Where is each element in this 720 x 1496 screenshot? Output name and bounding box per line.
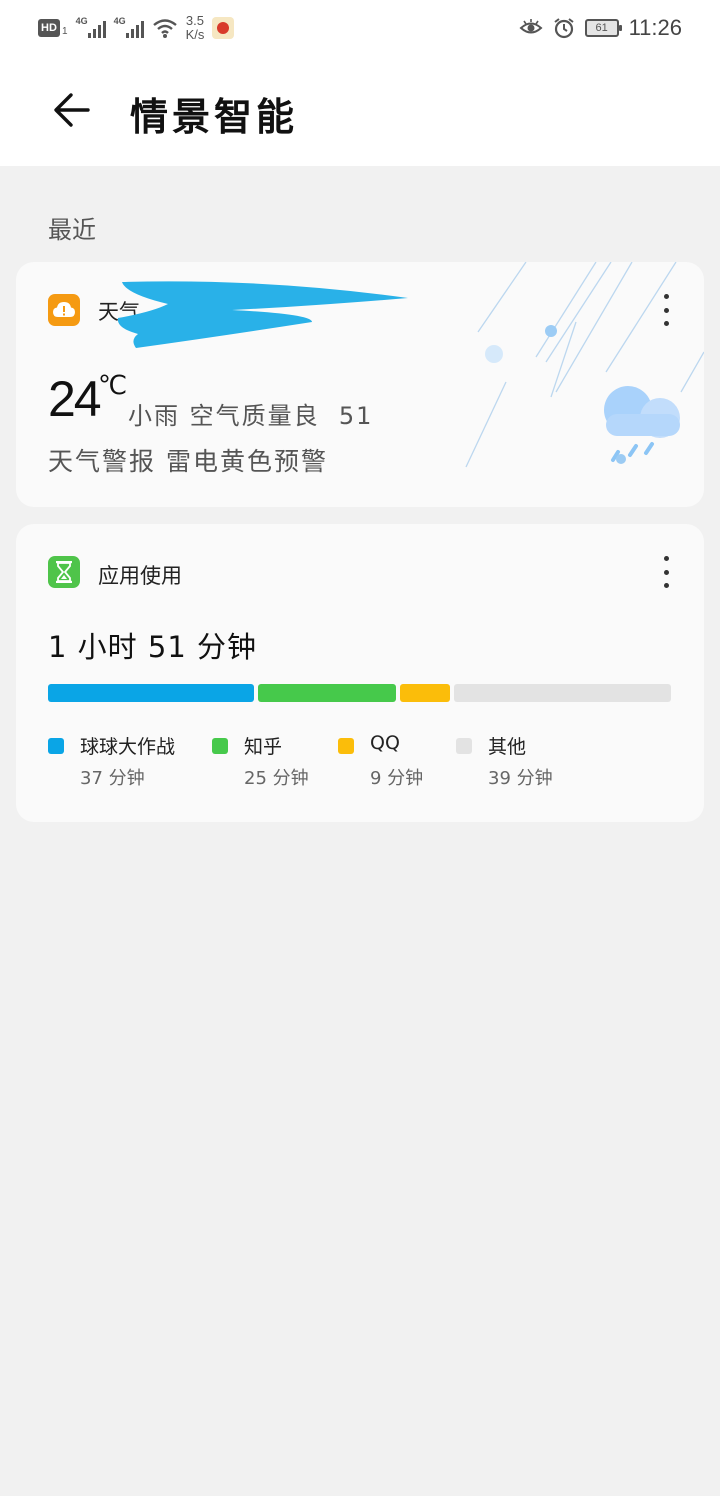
app-usage-card[interactable]: 应用使用 1 小时 51 分钟 球球大作战 37 分钟 知乎 25 分钟 QQ … xyxy=(16,524,704,822)
legend-app-duration: 25 分钟 xyxy=(244,768,309,789)
battery-icon: 61 xyxy=(584,19,622,37)
legend-app-duration: 39 分钟 xyxy=(488,768,553,789)
weather-alert-icon xyxy=(48,294,80,326)
legend-color-dot xyxy=(338,738,354,754)
sim-number: 1 xyxy=(62,25,68,37)
redaction-marks xyxy=(117,281,409,348)
page-title: 情景智能 xyxy=(130,94,299,139)
temperature-value: 24 xyxy=(48,371,102,427)
temperature-unit: ℃ xyxy=(98,370,128,400)
weather-more-button[interactable] xyxy=(656,290,676,330)
wifi-icon xyxy=(152,19,177,38)
signal-icon-1: 4G xyxy=(75,16,106,38)
eye-comfort-icon xyxy=(519,19,543,34)
status-bar-right: 61 11:26 xyxy=(519,12,682,44)
usage-bar-segment xyxy=(257,684,397,702)
weather-card[interactable]: 天气 24 ℃ 小雨 空气质量良 51 天气警报 雷电黄色预警 xyxy=(16,262,704,507)
alarm-icon xyxy=(553,18,574,39)
battery-level: 61 xyxy=(595,22,608,34)
network-type-1: 4G xyxy=(75,16,88,26)
legend-app-name: 球球大作战 xyxy=(80,736,176,758)
app-header: 情景智能 xyxy=(0,56,720,166)
legend-color-dot xyxy=(456,738,472,754)
weather-condition: 小雨 空气质量良 51 xyxy=(128,402,374,430)
more-dots-icon xyxy=(663,294,669,299)
speed-value: 3.5 xyxy=(185,13,204,28)
hd-badge: HD xyxy=(38,19,60,37)
speed-unit: K/s xyxy=(185,27,205,42)
cloud-icon xyxy=(604,386,680,438)
app-usage-title: 应用使用 xyxy=(98,564,182,588)
usage-more-button[interactable] xyxy=(656,552,676,592)
tomato-app-icon xyxy=(212,17,235,39)
legend-app-name: 其他 xyxy=(488,736,527,758)
weather-alert-text: 天气警报 雷电黄色预警 xyxy=(48,447,328,476)
legend-color-dot xyxy=(212,738,228,754)
back-arrow-icon xyxy=(54,93,90,127)
usage-total-time: 1 小时 51 分钟 xyxy=(48,630,258,664)
usage-bar-segment xyxy=(400,684,451,702)
status-bar: HD 1 4G 4G 3.5 K/s 61 11:26 xyxy=(0,0,720,56)
legend-color-dot xyxy=(48,738,64,754)
usage-bar xyxy=(48,684,671,702)
usage-bar-segment xyxy=(48,684,254,702)
back-button[interactable] xyxy=(48,86,96,134)
network-type-2: 4G xyxy=(113,16,126,26)
legend-app-duration: 37 分钟 xyxy=(80,768,145,789)
legend-app-name: QQ xyxy=(370,732,400,754)
more-dots-icon xyxy=(663,556,669,561)
hourglass-icon xyxy=(48,556,80,588)
section-label-recent: 最近 xyxy=(48,216,96,244)
status-time: 11:26 xyxy=(628,15,682,40)
status-bar-left: HD 1 4G 4G 3.5 K/s xyxy=(38,12,235,44)
legend-app-duration: 9 分钟 xyxy=(370,768,424,789)
usage-bar-segment xyxy=(454,684,671,702)
legend-app-name: 知乎 xyxy=(244,736,283,758)
network-speed: 3.5 K/s xyxy=(186,14,205,42)
signal-icon-2: 4G xyxy=(113,16,144,38)
